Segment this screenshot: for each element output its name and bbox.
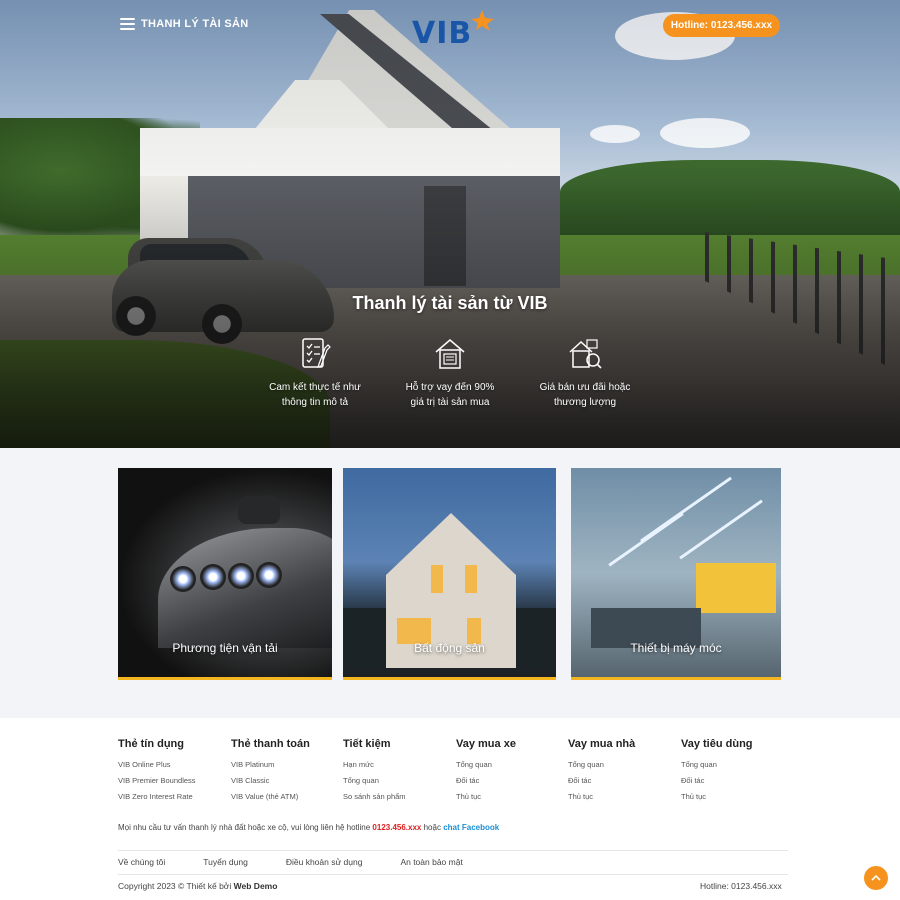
category-card-vehicles[interactable]: Phương tiện vận tải xyxy=(118,468,332,680)
footer-link[interactable]: Đối tác xyxy=(568,776,678,785)
hotline-button[interactable]: Hotline: 0123.456.xxx xyxy=(663,14,780,37)
contact-or: hoặc xyxy=(423,823,441,832)
vib-logo[interactable]: VIB xyxy=(412,8,494,51)
footer-link[interactable]: Tổng quan xyxy=(681,760,791,769)
feature-item: Cam kết thực tế như thông tin mô tả xyxy=(245,336,385,410)
house-document-icon xyxy=(435,339,465,369)
hero-title: Thanh lý tài sản từ VIB xyxy=(352,293,548,313)
ceiling-light xyxy=(679,499,763,560)
category-label: Bất động sản xyxy=(414,641,485,655)
footer-link[interactable]: Thủ tục xyxy=(456,792,566,801)
category-section: Phương tiện vận tải Bất động sản Thiết b… xyxy=(0,448,900,718)
footer-column-title: Thẻ thanh toán xyxy=(231,738,310,750)
footer-column: Thẻ thanh toán VIB Platinum VIB Classic … xyxy=(231,738,341,808)
footer-column: Vay tiêu dùng Tổng quan Đối tác Thủ tục xyxy=(681,738,791,808)
footer-column-title: Vay mua xe xyxy=(456,738,516,750)
hotline-label: Hotline: 0123.456.xxx xyxy=(670,20,773,31)
footer-link[interactable]: VIB Premier Boundless xyxy=(118,776,228,785)
category-card-machinery[interactable]: Thiết bị máy móc xyxy=(571,468,781,680)
footer-bottom-link[interactable]: Về chúng tôi xyxy=(118,857,165,867)
copyright-prefix: Copyright 2023 © Thiết kế bởi xyxy=(118,881,232,891)
category-card-real-estate[interactable]: Bất động sản xyxy=(343,468,556,680)
window xyxy=(465,565,477,593)
footer-divider xyxy=(118,874,788,875)
footer-link[interactable]: VIB Classic xyxy=(231,776,341,785)
footer-column: Thẻ tín dụng VIB Online Plus VIB Premier… xyxy=(118,738,228,808)
footer-column-title: Tiết kiệm xyxy=(343,738,391,750)
headlight xyxy=(228,563,254,589)
feature-line2: thông tin mô tả xyxy=(281,397,349,408)
back-to-top-button[interactable] xyxy=(864,866,888,890)
feature-line2: thương lượng xyxy=(553,397,617,408)
menu-label: THANH LÝ TÀI SẢN xyxy=(141,18,249,30)
car-mirror xyxy=(238,496,280,524)
footer-link[interactable]: So sánh sản phẩm xyxy=(343,792,453,801)
footer-bottom-link[interactable]: An toàn bảo mật xyxy=(400,857,462,867)
headlight xyxy=(170,566,196,592)
contact-hotline-link[interactable]: 0123.456.xxx xyxy=(372,823,421,832)
footer-column-title: Vay tiêu dùng xyxy=(681,738,753,750)
footer-link[interactable]: Thủ tục xyxy=(568,792,678,801)
footer-link[interactable]: Tổng quan xyxy=(568,760,678,769)
footer-column: Tiết kiệm Hạn mức Tổng quan So sánh sản … xyxy=(343,738,453,808)
feature-line2: giá trị tài sản mua xyxy=(410,397,490,408)
category-label: Thiết bị máy móc xyxy=(630,641,722,655)
feature-item: Giá bán ưu đãi hoặc thương lượng xyxy=(515,336,655,410)
footer: Thẻ tín dụng VIB Online Plus VIB Premier… xyxy=(0,718,900,900)
footer-link[interactable]: Đối tác xyxy=(681,776,791,785)
footer-bottom-link[interactable]: Điều khoản sử dụng xyxy=(286,857,363,867)
category-label: Phương tiện vận tải xyxy=(172,641,278,655)
footer-link[interactable]: Hạn mức xyxy=(343,760,453,769)
footer-column-title: Vay mua nhà xyxy=(568,738,636,750)
footer-link[interactable]: Tổng quan xyxy=(343,776,453,785)
hamburger-icon xyxy=(120,18,135,30)
footer-divider xyxy=(118,850,788,851)
chevron-up-icon xyxy=(871,874,881,881)
contact-text: Mọi nhu cầu tư vấn thanh lý nhà đất hoặc… xyxy=(118,823,371,832)
menu-button[interactable]: THANH LÝ TÀI SẢN xyxy=(120,18,248,30)
feature-line1: Cam kết thực tế như xyxy=(269,382,361,393)
feature-item: Hỗ trợ vay đến 90% giá trị tài sản mua xyxy=(380,336,520,410)
footer-column-title: Thẻ tín dụng xyxy=(118,738,184,750)
footer-bottom-links: Về chúng tôi Tuyển dụng Điều khoản sử dụ… xyxy=(118,857,501,867)
footer-bottom-link[interactable]: Tuyển dụng xyxy=(203,857,248,867)
house-price-icon xyxy=(569,339,602,369)
headlight xyxy=(200,564,226,590)
logo-text: VIB xyxy=(412,16,473,51)
footer-link[interactable]: VIB Value (thẻ ATM) xyxy=(231,792,341,801)
feature-line1: Hỗ trợ vay đến 90% xyxy=(405,382,495,393)
machine xyxy=(696,563,776,613)
copyright: Copyright 2023 © Thiết kế bởi Web Demo xyxy=(118,881,277,891)
footer-link[interactable]: VIB Online Plus xyxy=(118,760,228,769)
footer-hotline: Hotline: 0123.456.xxx xyxy=(700,881,782,891)
checklist-document-icon xyxy=(302,338,331,368)
footer-link[interactable]: Thủ tục xyxy=(681,792,791,801)
window xyxy=(431,565,443,593)
footer-link[interactable]: VIB Platinum xyxy=(231,760,341,769)
logo-star-icon xyxy=(471,10,494,31)
footer-column: Vay mua xe Tổng quan Đối tác Thủ tục xyxy=(456,738,566,808)
headlight xyxy=(256,562,282,588)
footer-link[interactable]: Đối tác xyxy=(456,776,566,785)
copyright-brand[interactable]: Web Demo xyxy=(234,881,278,891)
footer-column: Vay mua nhà Tổng quan Đối tác Thủ tục xyxy=(568,738,678,808)
footer-link[interactable]: VIB Zero Interest Rate xyxy=(118,792,228,801)
feature-line1: Giá bán ưu đãi hoặc xyxy=(539,382,631,393)
contact-line: Mọi nhu cầu tư vấn thanh lý nhà đất hoặc… xyxy=(118,823,499,832)
chat-facebook-link[interactable]: chat Facebook xyxy=(443,823,499,832)
footer-link[interactable]: Tổng quan xyxy=(456,760,566,769)
